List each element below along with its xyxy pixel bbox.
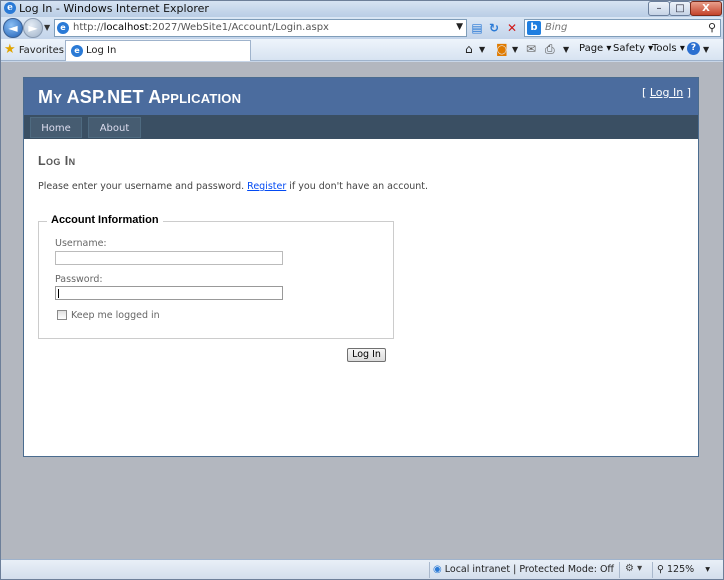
zoom-dropdown-icon[interactable]: ▾ [705,564,710,575]
maximize-button[interactable]: □ [669,1,691,16]
back-button[interactable]: ◄ [3,18,23,38]
status-bar: ◉ Local intranet | Protected Mode: Off ⚙… [1,559,723,579]
password-label: Password: [55,274,103,285]
keep-logged-in-checkbox[interactable] [57,310,67,320]
tools-menu[interactable]: Tools ▾ [652,43,685,54]
help-icon[interactable]: ? [687,42,700,55]
close-button[interactable]: X [690,1,722,16]
safety-menu[interactable]: Safety ▾ [613,43,653,54]
print-icon[interactable]: ⎙ [545,42,555,57]
username-label: Username: [55,238,107,249]
register-link[interactable]: Register [247,181,286,192]
address-dropdown-icon[interactable]: ▼ [456,22,463,32]
page-icon: e [71,45,83,57]
nav-menu: Home About [24,115,698,139]
page-menu[interactable]: Page ▾ [579,43,611,54]
search-input[interactable] [545,22,695,33]
security-zone[interactable]: ◉ Local intranet | Protected Mode: Off [433,564,614,575]
compatibility-view-icon[interactable]: ▤ [469,20,485,36]
print-dropdown-icon[interactable]: ▼ [563,45,569,54]
instructions-text: Please enter your username and password.… [38,181,429,192]
home-icon[interactable]: ⌂ [465,42,473,56]
page-icon: e [57,22,69,34]
page-container: My ASP.NET Application [ Log In ] Home A… [23,77,699,457]
login-display: [ Log In ] [642,86,691,99]
site-title: My ASP.NET Application [38,87,242,107]
read-mail-icon[interactable]: ✉ [526,42,536,56]
status-divider [652,562,653,578]
title-bar[interactable]: e Log In - Windows Internet Explorer – □… [1,1,723,17]
recent-pages-dropdown-icon[interactable]: ▼ [44,23,50,32]
status-divider [619,562,620,578]
tab-log-in[interactable]: e Log In [65,40,251,61]
ie-logo-icon: e [4,2,16,14]
page-viewport: My ASP.NET Application [ Log In ] Home A… [1,62,723,559]
address-bar[interactable]: e http://localhost:2027/WebSite1/Account… [54,19,467,37]
bing-icon: b [527,21,541,35]
username-input[interactable] [55,251,283,265]
address-url[interactable]: http://localhost:2027/WebSite1/Account/L… [73,22,329,33]
feeds-dropdown-icon[interactable]: ▼ [512,45,518,54]
address-row: ◄ ► ▼ e http://localhost:2027/WebSite1/A… [1,17,723,39]
minimize-button[interactable]: – [648,1,670,16]
fieldset-legend: Account Information [47,214,163,226]
tab-label: Log In [86,45,117,56]
text-caret [58,289,59,298]
menu-item-about[interactable]: About [88,117,141,138]
refresh-icon[interactable]: ↻ [486,20,502,36]
search-icon[interactable]: ⚲ [708,21,716,34]
intranet-zone-icon: ◉ [433,564,442,575]
home-dropdown-icon[interactable]: ▼ [479,45,485,54]
star-icon: ★ [4,42,16,57]
browser-window: e Log In - Windows Internet Explorer – □… [0,0,724,580]
zoom-level[interactable]: ⚲ 125% ▾ [657,564,710,575]
window-title: Log In - Windows Internet Explorer [19,2,209,15]
site-header: My ASP.NET Application [ Log In ] [24,78,698,115]
favorites-label: Favorites [18,45,65,56]
password-input[interactable] [55,286,283,300]
favorites-button[interactable]: ★ Favorites [4,42,64,58]
header-login-link[interactable]: Log In [650,86,683,99]
search-box[interactable]: b ⚲ [524,19,721,37]
feeds-icon[interactable]: ◙ [496,42,508,56]
zone-text: Local intranet | Protected Mode: Off [444,564,614,575]
favorites-bar: ★ Favorites e Log In ⌂ ▼ ◙ ▼ ✉ ⎙ ▼ Page … [1,39,723,61]
keep-logged-in-label: Keep me logged in [71,310,160,321]
main-content: Log In Please enter your username and pa… [38,154,688,192]
page-title: Log In [38,154,76,168]
forward-button[interactable]: ► [23,18,43,38]
status-divider [429,562,430,578]
zoom-icon: ⚲ [657,564,664,575]
account-information-fieldset: Account Information Username: Password: … [38,214,394,339]
help-dropdown-icon[interactable]: ▼ [703,45,709,54]
menu-item-home[interactable]: Home [30,117,82,138]
stop-icon[interactable]: ✕ [504,20,520,36]
login-button[interactable]: Log In [347,348,386,362]
protected-mode-settings-icon[interactable]: ⚙ ▾ [625,563,642,574]
